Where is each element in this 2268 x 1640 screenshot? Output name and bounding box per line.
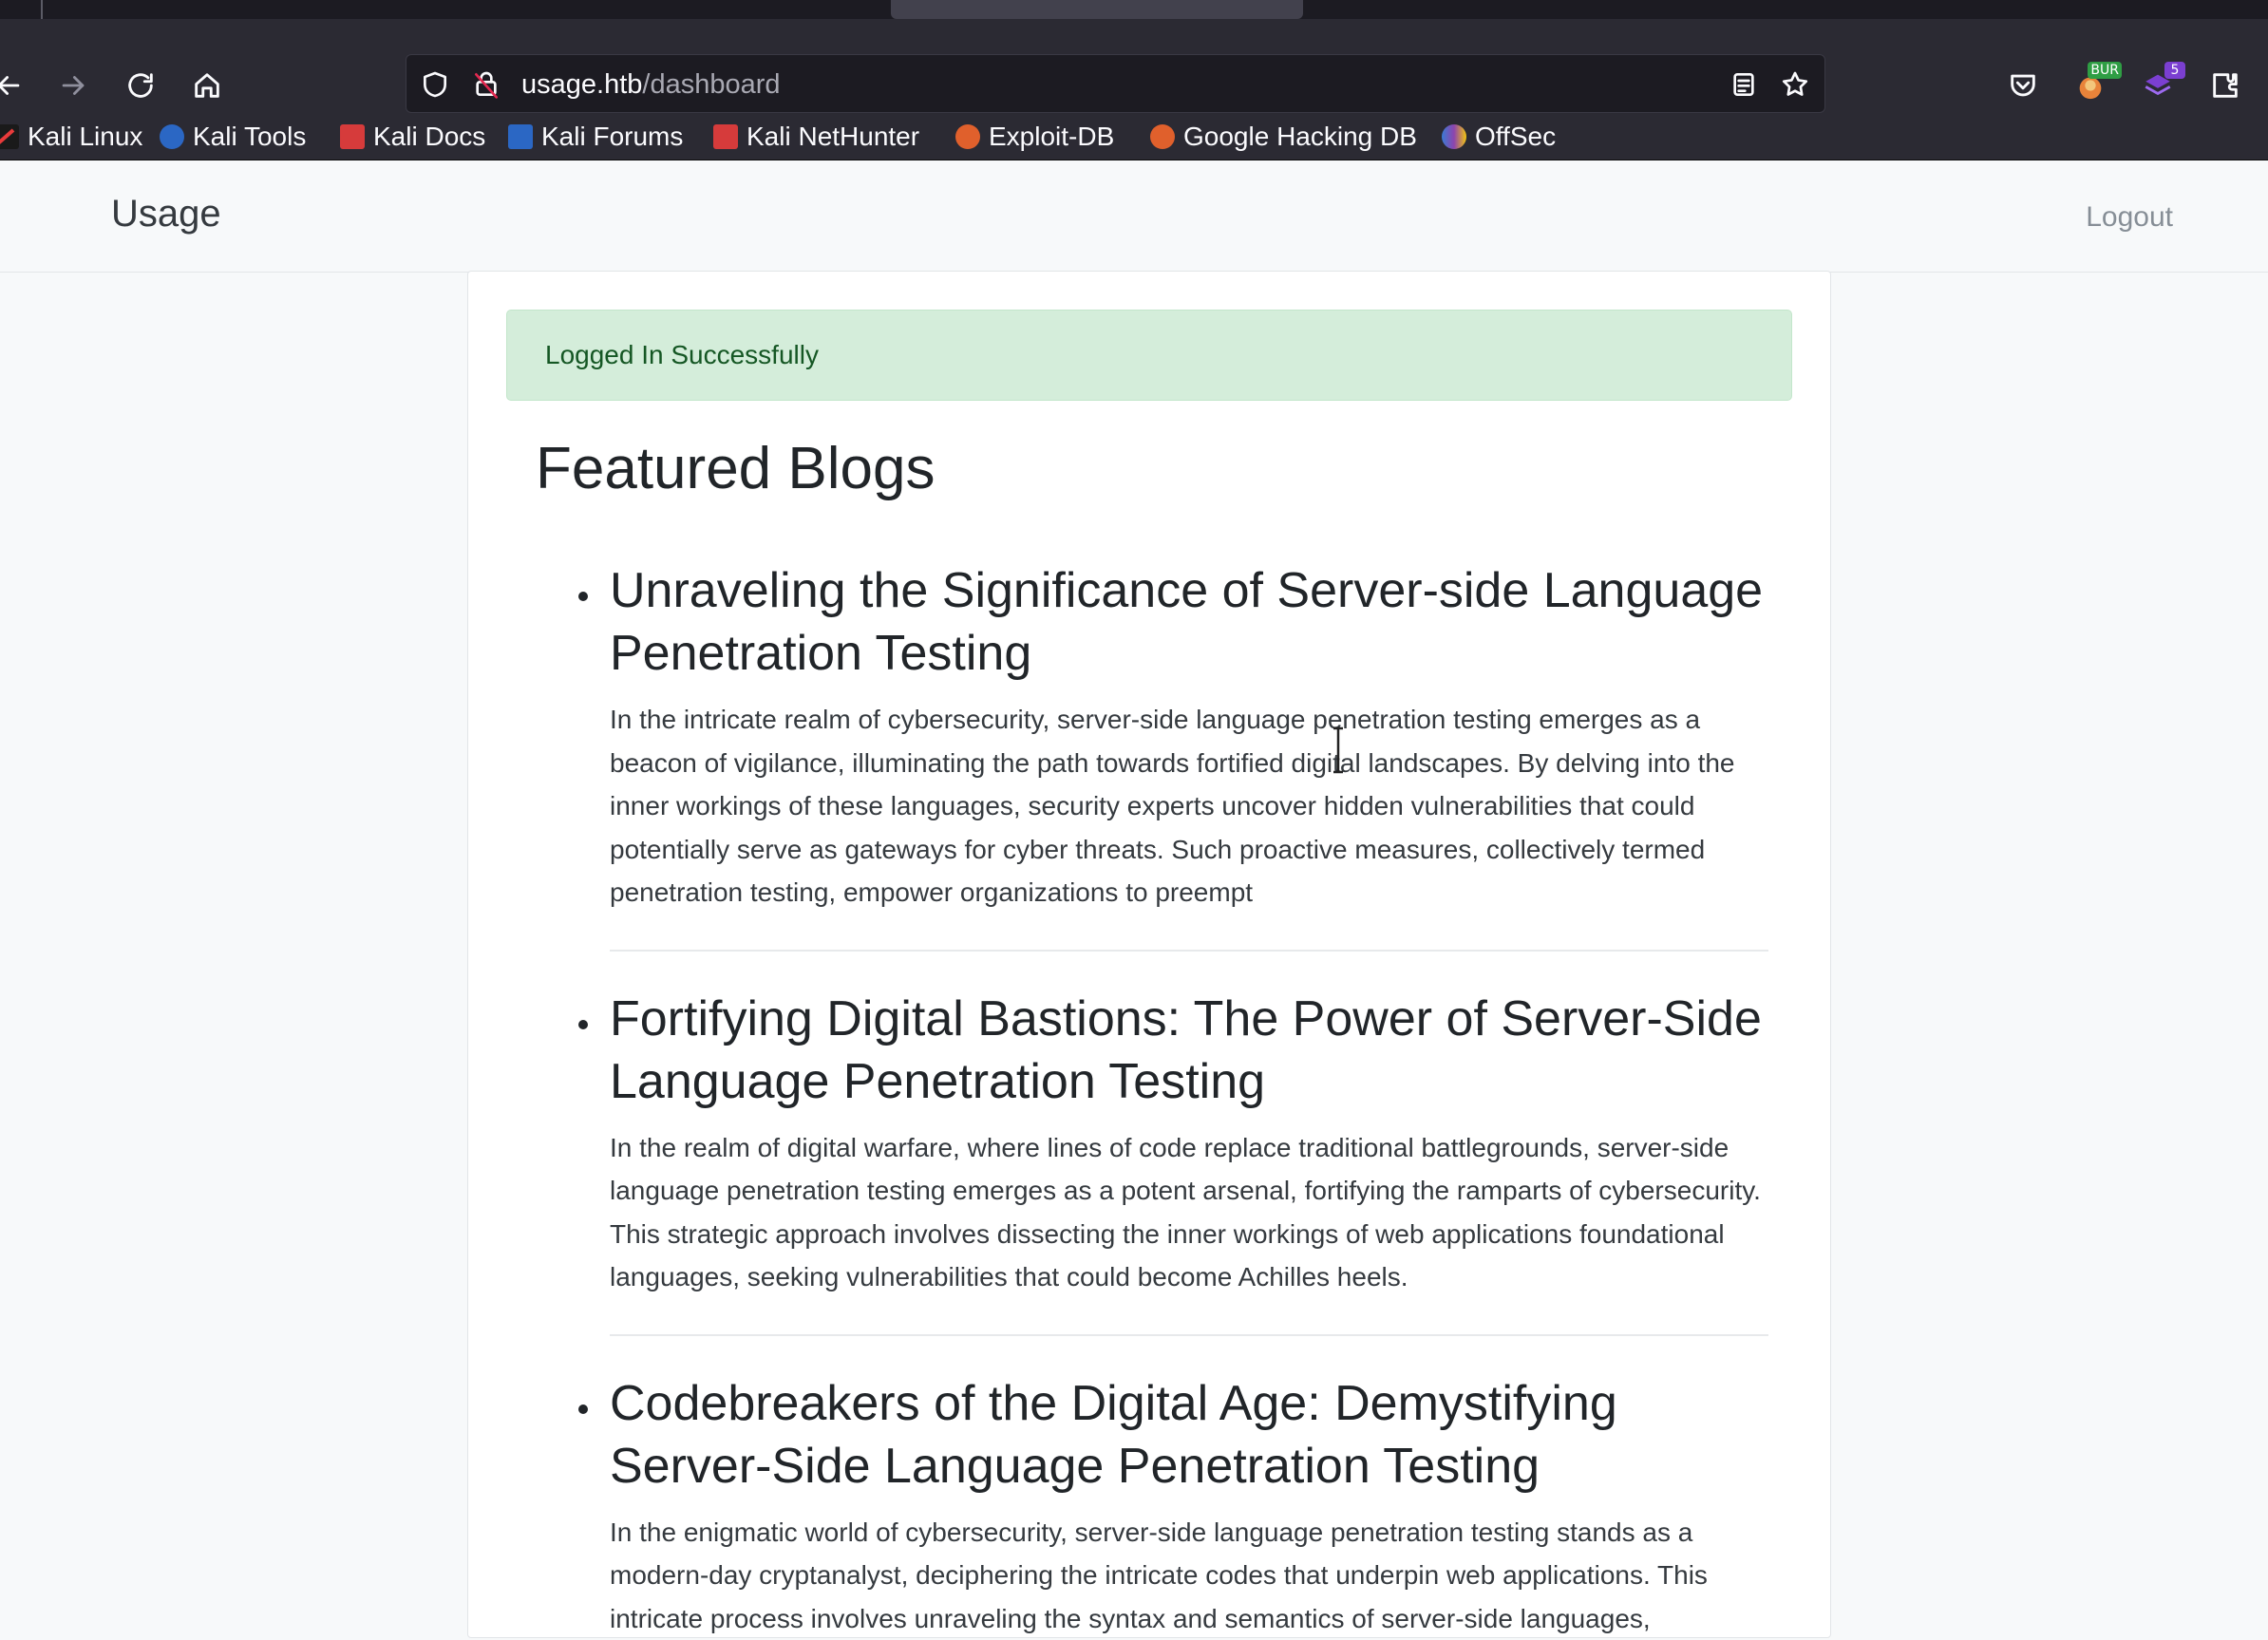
bookmark-kali-linux[interactable]: Kali Linux: [0, 119, 142, 155]
content-card: Logged In Successfully Featured Blogs Un…: [467, 271, 1831, 1638]
bookmark-exploit-db[interactable]: Exploit-DB: [955, 119, 1114, 155]
reader-view-icon[interactable]: [1727, 67, 1761, 102]
bookmark-google-hacking-db[interactable]: Google Hacking DB: [1150, 119, 1417, 155]
blog-post: Codebreakers of the Digital Age: Demysti…: [610, 1372, 1768, 1640]
blog-post-title: Codebreakers of the Digital Age: Demysti…: [610, 1372, 1768, 1498]
divider: [610, 1334, 1768, 1336]
reload-icon[interactable]: [115, 60, 166, 111]
blog-post-body: In the intricate realm of cybersecurity,…: [610, 698, 1768, 914]
divider: [610, 950, 1768, 952]
blog-post-body: In the enigmatic world of cybersecurity,…: [610, 1511, 1768, 1640]
list-bullet: [578, 592, 588, 601]
text-cursor-icon: [1330, 726, 1347, 774]
bookmarks-toolbar: Kali Linux Kali Tools Kali Docs Kali For…: [0, 113, 2268, 160]
blog-post-body: In the realm of digital warfare, where l…: [610, 1126, 1768, 1299]
kali-docs-icon: [340, 124, 365, 149]
bookmark-label: Kali Forums: [541, 122, 683, 152]
blog-post-title: Fortifying Digital Bastions: The Power o…: [610, 988, 1768, 1113]
bookmark-label: Kali Tools: [193, 122, 306, 152]
bookmark-kali-docs[interactable]: Kali Docs: [340, 119, 485, 155]
burp-badge: BUR: [2088, 62, 2122, 79]
bookmark-label: OffSec: [1475, 122, 1556, 152]
blog-post-title: Unraveling the Significance of Server-si…: [610, 559, 1768, 685]
tab-separator: [41, 0, 43, 19]
success-alert: Logged In Successfully: [506, 310, 1792, 401]
bookmark-label: Kali Linux: [28, 122, 142, 152]
page-title: Featured Blogs: [536, 433, 935, 505]
blog-list: Unraveling the Significance of Server-si…: [610, 559, 1768, 1640]
active-tab[interactable]: [891, 0, 1303, 19]
url-bar[interactable]: usage.htb/dashboard: [406, 54, 1825, 113]
url-host: usage.htb: [521, 69, 642, 100]
bookmark-label: Kali Docs: [373, 122, 485, 152]
kali-icon: [0, 124, 19, 149]
back-arrow-icon[interactable]: [0, 60, 34, 111]
url-path: /dashboard: [642, 69, 780, 100]
kali-nethunter-icon: [713, 124, 738, 149]
site-navbar: Usage Logout: [0, 161, 2268, 273]
kali-tools-icon: [160, 124, 184, 149]
bookmark-label: Kali NetHunter: [747, 122, 919, 152]
bookmark-kali-forums[interactable]: Kali Forums: [508, 119, 683, 155]
bookmark-label: Google Hacking DB: [1183, 122, 1417, 152]
blog-post: Fortifying Digital Bastions: The Power o…: [610, 988, 1768, 1336]
list-bullet: [578, 1020, 588, 1029]
logout-link[interactable]: Logout: [2086, 201, 2173, 234]
bookmark-offsec[interactable]: OffSec: [1442, 119, 1556, 155]
bookmark-label: Exploit-DB: [989, 122, 1114, 152]
extension-count-badge: 5: [2164, 62, 2185, 79]
bookmark-kali-tools[interactable]: Kali Tools: [160, 119, 306, 155]
offsec-icon: [1442, 124, 1466, 149]
list-bullet: [578, 1404, 588, 1414]
layers-extension-icon[interactable]: 5: [2132, 60, 2183, 111]
ghdb-icon: [1150, 124, 1175, 149]
tracking-shield-icon[interactable]: [418, 67, 452, 102]
burp-extension-icon[interactable]: BUR: [2065, 60, 2116, 111]
browser-toolbar: usage.htb/dashboard BUR 5: [0, 19, 2268, 113]
insecure-lock-icon[interactable]: [469, 67, 503, 102]
tab-strip: [0, 0, 2268, 19]
exploit-db-icon: [955, 124, 980, 149]
home-icon[interactable]: [181, 60, 233, 111]
pocket-icon[interactable]: [1997, 60, 2049, 111]
kali-forums-icon: [508, 124, 533, 149]
url-text[interactable]: usage.htb/dashboard: [521, 68, 781, 101]
bookmark-kali-nethunter[interactable]: Kali NetHunter: [713, 119, 919, 155]
star-icon[interactable]: [1778, 67, 1812, 102]
site-brand[interactable]: Usage: [111, 193, 221, 236]
forward-arrow-icon[interactable]: [47, 60, 99, 111]
extensions-icon[interactable]: [2200, 60, 2251, 111]
blog-post: Unraveling the Significance of Server-si…: [610, 559, 1768, 952]
